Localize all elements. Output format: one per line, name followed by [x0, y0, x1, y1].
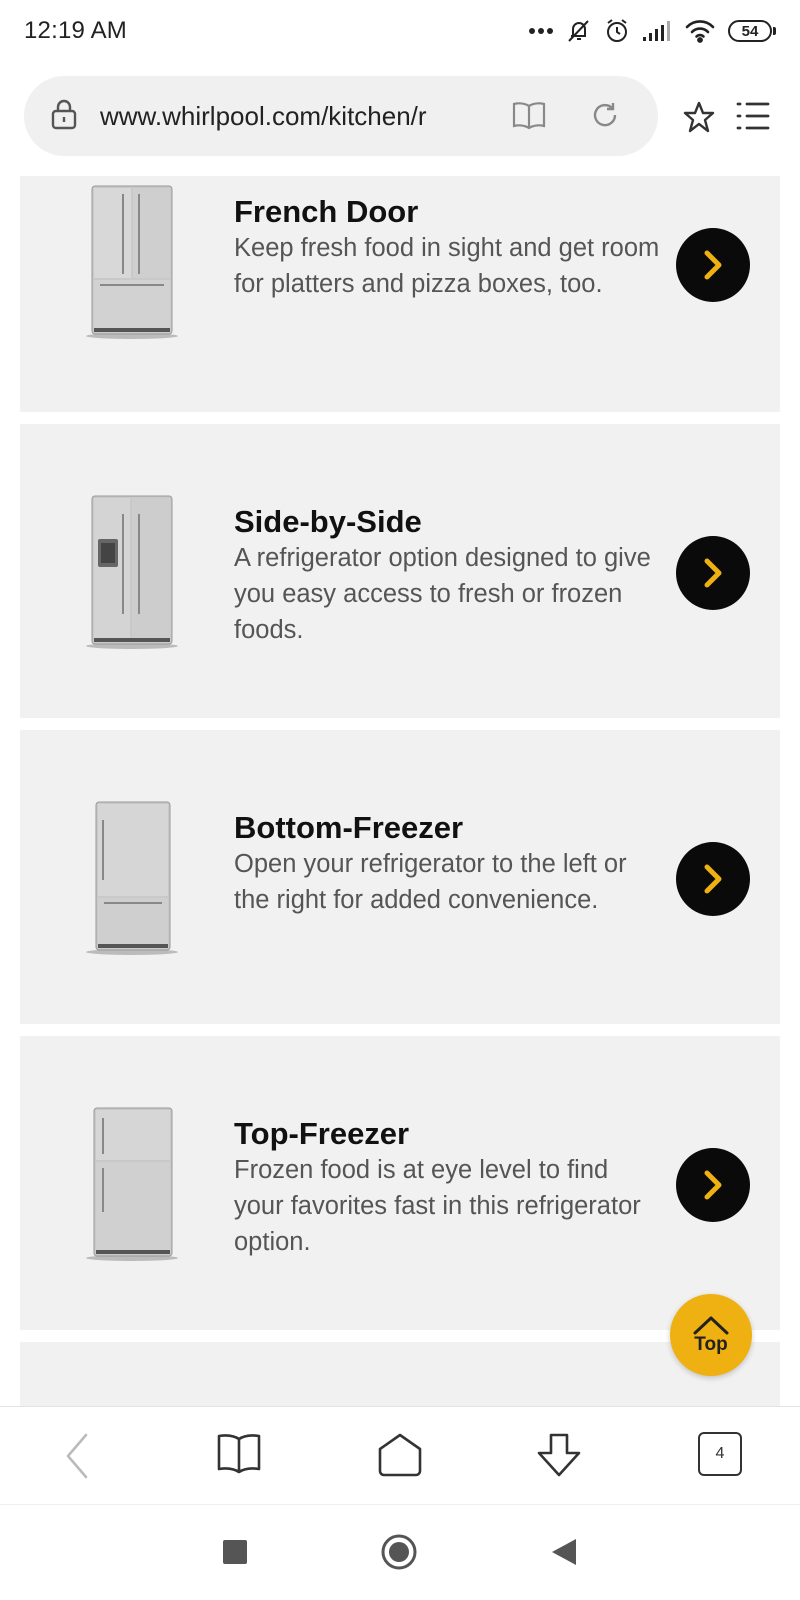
- chevron-right-icon: [704, 250, 722, 280]
- french-door-fridge-image: [86, 185, 178, 339]
- card-title[interactable]: Top-Freezer: [234, 1116, 409, 1152]
- back-triangle-icon[interactable]: [550, 1537, 578, 1572]
- status-bar: 12:19 AM 54: [0, 0, 800, 62]
- bottom-freezer-fridge-image: [86, 801, 178, 955]
- scroll-to-top-button[interactable]: Top: [670, 1294, 752, 1376]
- side-by-side-fridge-image: [86, 495, 178, 649]
- more-dots-icon: [528, 27, 554, 35]
- browser-toolbar: www.whirlpool.com/kitchen/r: [0, 76, 800, 156]
- system-nav-bar: [0, 1504, 800, 1600]
- card-title[interactable]: French Door: [234, 194, 418, 230]
- back-icon[interactable]: [60, 1431, 94, 1486]
- bottom-freezer-arrow-button[interactable]: [676, 842, 750, 916]
- card-description: Frozen food is at eye level to find your…: [234, 1156, 641, 1256]
- chevron-right-icon: [704, 558, 722, 588]
- bookmark-star-icon[interactable]: [682, 100, 716, 139]
- lock-icon: [50, 98, 78, 135]
- card-french-door[interactable]: French Door Keep fresh food in sight and…: [20, 176, 780, 412]
- card-description: A refrigerator option designed to give y…: [234, 544, 651, 644]
- address-bar[interactable]: www.whirlpool.com/kitchen/r: [24, 76, 658, 156]
- home-icon[interactable]: [376, 1431, 424, 1484]
- refresh-icon[interactable]: [590, 100, 620, 135]
- top-label: Top: [694, 1334, 728, 1355]
- bookmarks-book-icon[interactable]: [216, 1431, 262, 1480]
- card-partial: [20, 1342, 780, 1406]
- battery-icon: 54: [728, 20, 776, 42]
- card-top-freezer[interactable]: Top-Freezer Frozen food is at eye level …: [20, 1036, 780, 1330]
- chevron-right-icon: [704, 1170, 722, 1200]
- chevron-up-icon: [693, 1316, 729, 1335]
- reader-mode-icon[interactable]: [512, 100, 546, 135]
- download-icon[interactable]: [534, 1431, 584, 1486]
- chevron-right-icon: [704, 864, 722, 894]
- status-icons: 54: [528, 18, 776, 44]
- signal-icon: [642, 20, 672, 42]
- wifi-icon: [684, 19, 716, 43]
- card-title[interactable]: Bottom-Freezer: [234, 810, 463, 846]
- side-by-side-arrow-button[interactable]: [676, 536, 750, 610]
- tabs-count-button[interactable]: 4: [698, 1432, 742, 1476]
- top-freezer-fridge-image: [86, 1107, 178, 1261]
- battery-level: 54: [728, 20, 772, 42]
- french-door-arrow-button[interactable]: [676, 228, 750, 302]
- top-freezer-arrow-button[interactable]: [676, 1148, 750, 1222]
- page-content: French Door Keep fresh food in sight and…: [0, 156, 800, 1406]
- card-bottom-freezer[interactable]: Bottom-Freezer Open your refrigerator to…: [20, 730, 780, 1024]
- mute-icon: [566, 18, 592, 44]
- browser-bottom-nav: [0, 1406, 800, 1504]
- menu-icon[interactable]: [736, 100, 770, 137]
- card-description: Open your refrigerator to the left or th…: [234, 850, 627, 914]
- card-title[interactable]: Side-by-Side: [234, 504, 422, 540]
- recents-square-icon[interactable]: [222, 1539, 248, 1570]
- home-circle-icon[interactable]: [380, 1533, 418, 1576]
- alarm-icon: [604, 18, 630, 44]
- status-time: 12:19 AM: [24, 17, 128, 44]
- card-description: Keep fresh food in sight and get room fo…: [234, 234, 660, 298]
- url-text[interactable]: www.whirlpool.com/kitchen/r: [100, 101, 478, 132]
- card-side-by-side[interactable]: Side-by-Side A refrigerator option desig…: [20, 424, 780, 718]
